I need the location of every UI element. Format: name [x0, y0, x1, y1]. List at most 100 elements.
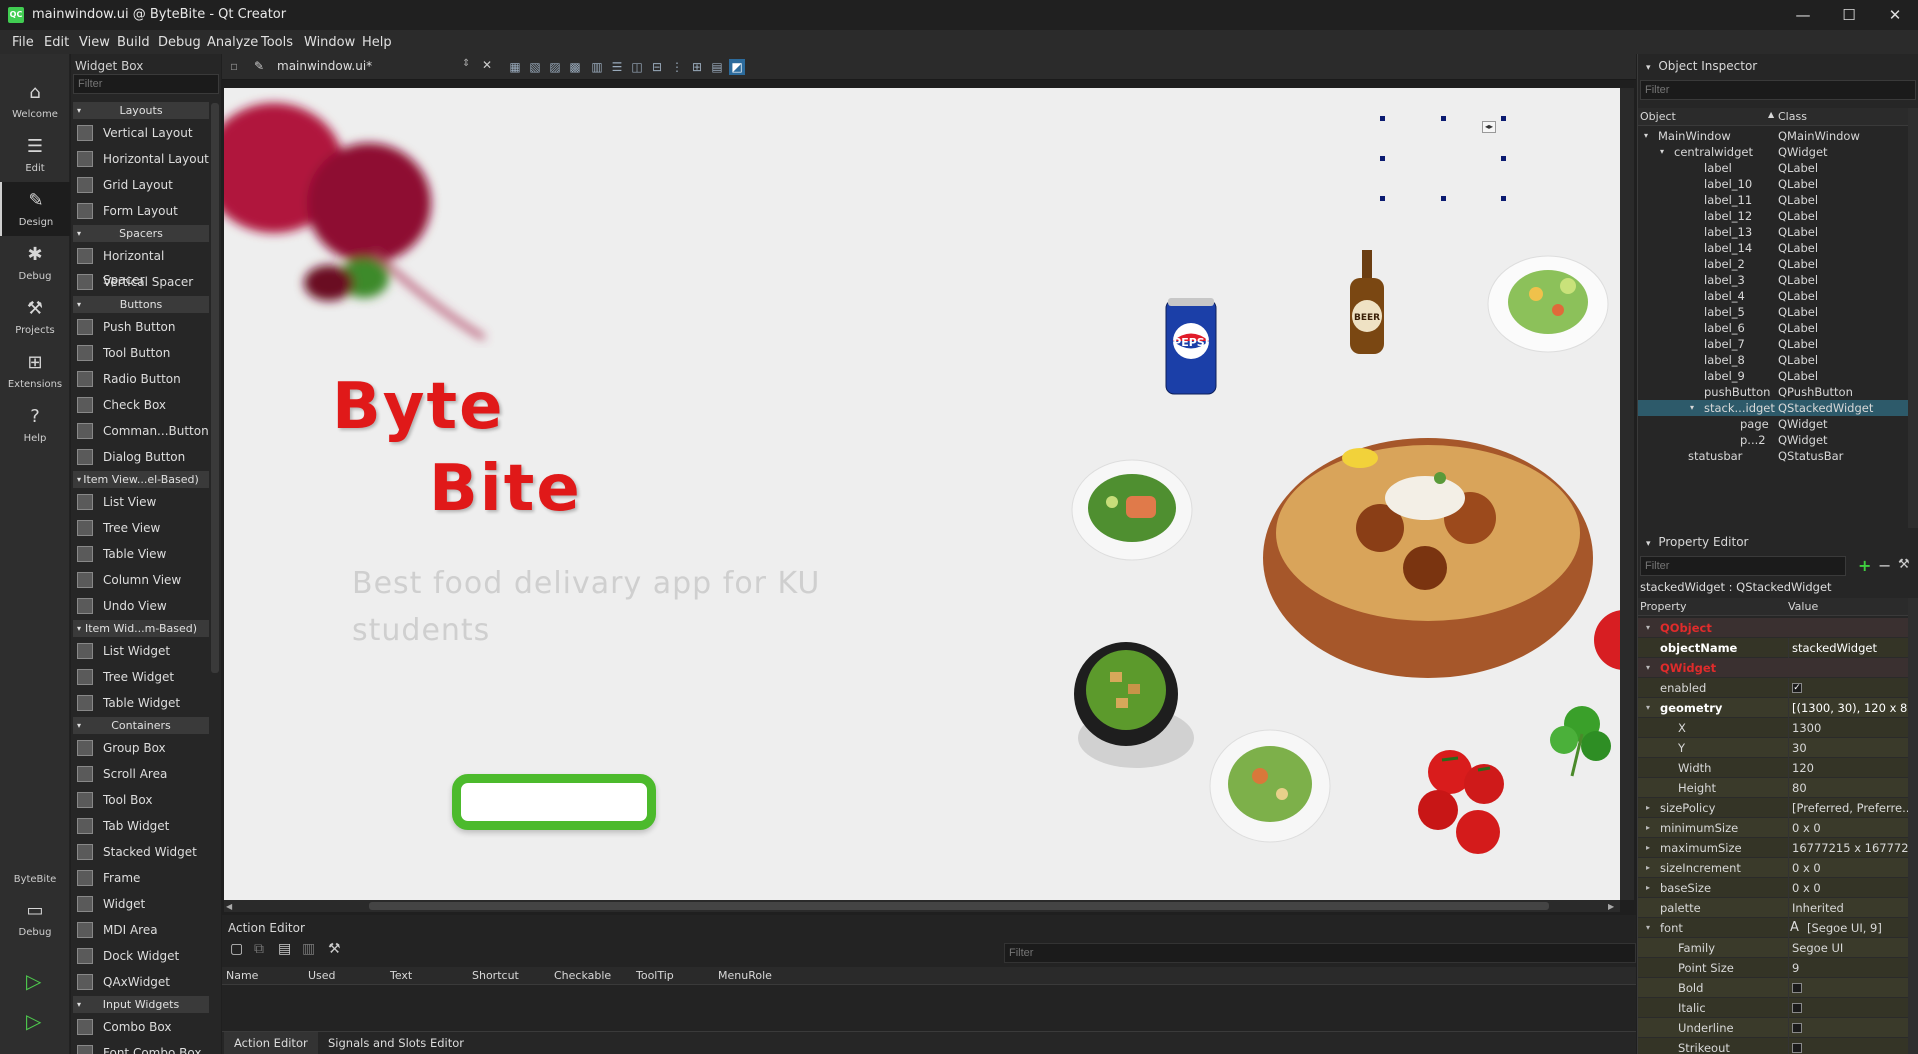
widget-item-check-box[interactable]: Check Box — [75, 393, 209, 417]
remove-property-icon[interactable]: − — [1878, 556, 1891, 575]
col-used[interactable]: Used — [308, 969, 336, 982]
expand-icon[interactable]: ▾ — [1646, 918, 1650, 938]
mode-welcome[interactable]: ⌂ Welcome — [0, 74, 70, 128]
property-value[interactable] — [1788, 1018, 1908, 1038]
property-row[interactable]: ▸ baseSize 0 x 0 — [1638, 878, 1908, 898]
edit-buddies-icon[interactable]: ▨ — [547, 59, 563, 75]
menu-file[interactable]: File — [12, 35, 34, 50]
widget-item-tool-box[interactable]: Tool Box — [75, 788, 209, 812]
widget-item-list-widget[interactable]: List Widget — [75, 639, 209, 663]
col-class[interactable]: Class — [1778, 110, 1807, 123]
property-row[interactable]: ▸ sizeIncrement 0 x 0 — [1638, 858, 1908, 878]
widget-item-tree-widget[interactable]: Tree Widget — [75, 665, 209, 689]
mode-help[interactable]: ? Help — [0, 398, 70, 452]
widget-box-filter[interactable] — [73, 74, 219, 94]
selection-handle[interactable] — [1502, 197, 1505, 200]
property-value[interactable]: 9 — [1788, 958, 1908, 978]
object-tree-row[interactable]: ▾ centralwidget QWidget — [1638, 144, 1908, 160]
col-value[interactable]: Value — [1788, 600, 1818, 613]
widget-item-font-combo-box[interactable]: Font Combo Box — [75, 1041, 209, 1054]
adjust-size-icon[interactable]: ◩ — [729, 59, 745, 75]
property-row[interactable]: ▸ minimumSize 0 x 0 — [1638, 818, 1908, 838]
widget-category-spacers[interactable]: ▾ Spacers — [73, 225, 209, 242]
object-tree-row[interactable]: label_9 QLabel — [1638, 368, 1908, 384]
selection-handle[interactable] — [1502, 157, 1505, 160]
object-tree-row[interactable]: label QLabel — [1638, 160, 1908, 176]
object-tree-row[interactable]: label_8 QLabel — [1638, 352, 1908, 368]
object-tree-row[interactable]: label_5 QLabel — [1638, 304, 1908, 320]
layout-vertical-icon[interactable]: ☰ — [609, 59, 625, 75]
kit-selector[interactable]: ▭ Debug — [0, 892, 70, 946]
col-text[interactable]: Text — [390, 969, 412, 982]
widget-item-widget[interactable]: Widget — [75, 892, 209, 916]
property-value[interactable]: [Segoe UI, 9] — [1788, 918, 1908, 938]
object-tree-row[interactable]: ▾ stack...idget QStackedWidget — [1638, 400, 1908, 416]
widget-item-vertical-layout[interactable]: Vertical Layout — [75, 121, 209, 145]
layout-hsplitter-icon[interactable]: ◫ — [629, 59, 645, 75]
widget-category-buttons[interactable]: ▾ Buttons — [73, 296, 209, 313]
widget-item-dock-widget[interactable]: Dock Widget — [75, 944, 209, 968]
property-value[interactable]: 30 — [1788, 738, 1908, 758]
menu-help[interactable]: Help — [362, 35, 392, 50]
property-row[interactable]: Italic — [1638, 998, 1908, 1018]
widget-box-scrollbar[interactable] — [211, 103, 219, 673]
configure-property-icon[interactable]: ⚒ — [1898, 557, 1910, 572]
close-document-button[interactable]: ✕ — [482, 58, 492, 72]
delete-action-icon[interactable]: ▥ — [302, 941, 315, 957]
collapse-icon[interactable]: ▾ — [1646, 539, 1651, 549]
object-tree-row[interactable]: ▾ MainWindow QMainWindow — [1638, 128, 1908, 144]
property-filter-input[interactable] — [1640, 556, 1846, 576]
widget-item-group-box[interactable]: Group Box — [75, 736, 209, 760]
expand-icon[interactable]: ▾ — [1644, 128, 1648, 144]
property-row[interactable]: ▾ QObject — [1638, 618, 1908, 638]
property-row[interactable]: palette Inherited — [1638, 898, 1908, 918]
menu-tools[interactable]: Tools — [261, 35, 293, 50]
scroll-left-icon[interactable]: ◀ — [226, 902, 232, 911]
open-document-name[interactable]: mainwindow.ui* — [277, 59, 372, 73]
selection-handle[interactable] — [1381, 157, 1384, 160]
stacked-page-arrow-icon[interactable]: ◂▸ — [1482, 121, 1496, 133]
edit-signals-icon[interactable]: ▧ — [527, 59, 543, 75]
selection-handle[interactable] — [1502, 117, 1505, 120]
mode-design[interactable]: ✎ Design — [0, 182, 70, 236]
property-value[interactable]: 16777215 x 16777215 — [1788, 838, 1908, 858]
property-checkbox[interactable] — [1792, 983, 1802, 993]
selection-handle[interactable] — [1381, 117, 1384, 120]
widget-item-grid-layout[interactable]: Grid Layout — [75, 173, 209, 197]
widget-item-combo-box[interactable]: Combo Box — [75, 1015, 209, 1039]
copy-action-icon[interactable]: ⧉ — [254, 941, 264, 957]
property-row[interactable]: X 1300 — [1638, 718, 1908, 738]
expand-icon[interactable]: ▾ — [1690, 400, 1694, 416]
widget-item-tab-widget[interactable]: Tab Widget — [75, 814, 209, 838]
widget-item-radio-button[interactable]: Radio Button — [75, 367, 209, 391]
selection-handle[interactable] — [1442, 117, 1445, 120]
widget-item-horizontal-spacer[interactable]: Horizontal Spacer — [75, 244, 209, 287]
edit-tab-order-icon[interactable]: ▩ — [567, 59, 583, 75]
widget-item-vertical-spacer[interactable]: Vertical Spacer — [75, 270, 209, 294]
object-filter-input[interactable] — [1640, 80, 1916, 100]
edit-widgets-icon[interactable]: ▦ — [507, 59, 523, 75]
widget-item-scroll-area[interactable]: Scroll Area — [75, 762, 209, 786]
close-window-button[interactable]: ✕ — [1872, 0, 1918, 30]
run-icon[interactable]: ▷ — [26, 969, 41, 993]
action-filter-input[interactable] — [1004, 943, 1636, 963]
property-value[interactable]: 80 — [1788, 778, 1908, 798]
property-row[interactable]: Point Size 9 — [1638, 958, 1908, 978]
expand-icon[interactable]: ▸ — [1646, 858, 1650, 878]
break-layout-icon[interactable]: ▤ — [709, 59, 725, 75]
property-row[interactable]: ▾ QWidget — [1638, 658, 1908, 678]
widget-category-item-views[interactable]: ▾ Item View...el-Based) — [73, 471, 209, 488]
widget-category-containers[interactable]: ▾ Containers — [73, 717, 209, 734]
object-tree-row[interactable]: label_7 QLabel — [1638, 336, 1908, 352]
widget-category-item-widgets[interactable]: ▾ Item Wid...m-Based) — [73, 620, 209, 637]
widget-item-list-view[interactable]: List View — [75, 490, 209, 514]
property-value[interactable]: 1300 — [1788, 718, 1908, 738]
scroll-right-icon[interactable]: ▶ — [1608, 902, 1614, 911]
property-row[interactable]: Strikeout — [1638, 1038, 1908, 1054]
property-value[interactable]: Segoe UI — [1788, 938, 1908, 958]
object-tree-row[interactable]: label_3 QLabel — [1638, 272, 1908, 288]
property-value[interactable] — [1788, 998, 1908, 1018]
property-row[interactable]: ▾ geometry [(1300, 30), 120 x 80] — [1638, 698, 1908, 718]
property-row[interactable]: ▸ maximumSize 16777215 x 16777215 — [1638, 838, 1908, 858]
menu-view[interactable]: View — [79, 35, 110, 50]
